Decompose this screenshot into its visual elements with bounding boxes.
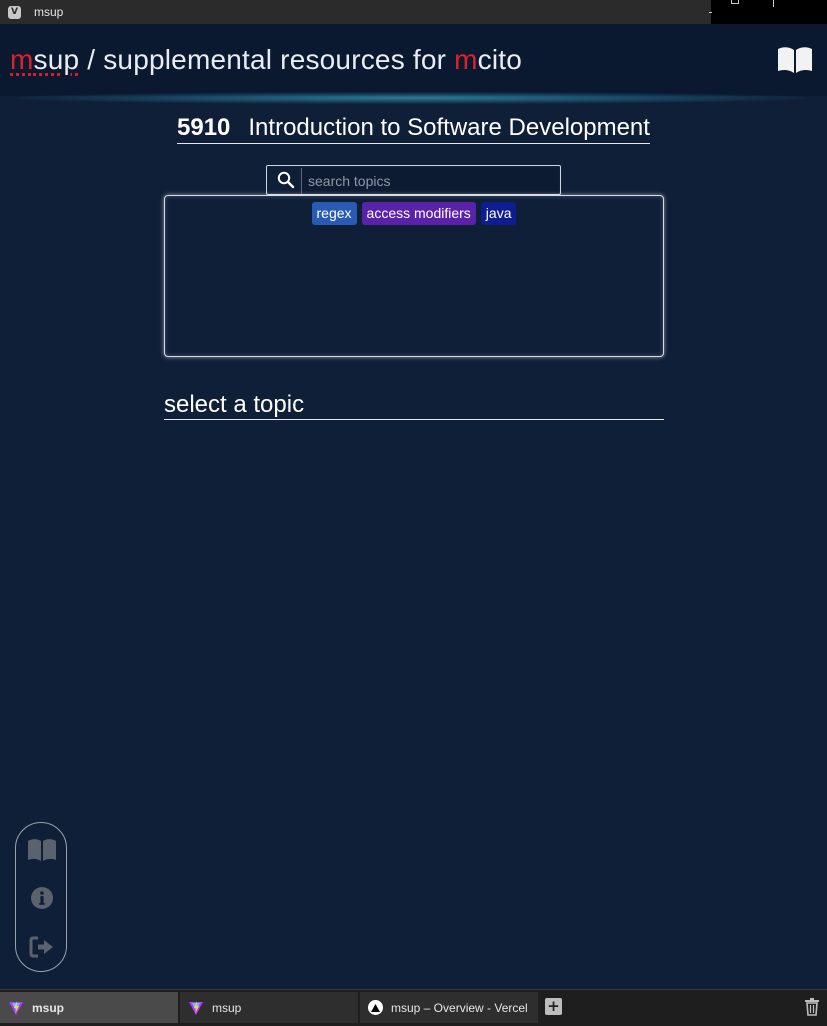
window-controls[interactable] <box>709 0 827 24</box>
book-open-icon <box>28 839 56 861</box>
floating-toolbar <box>15 822 67 972</box>
maximize-icon[interactable] <box>731 0 739 4</box>
info-icon <box>31 887 53 909</box>
course-title: 5910 Introduction to Software Development <box>177 114 650 144</box>
brand-m: m <box>10 44 34 75</box>
minimize-icon[interactable] <box>709 12 712 13</box>
vivaldi-icon: V <box>8 5 21 19</box>
tab-label: msup – Overview - Vercel <box>391 1000 528 1015</box>
search-icon <box>277 171 295 189</box>
tab-vercel-overview[interactable]: msup – Overview - Vercel <box>360 992 538 1023</box>
course-number: 5910 <box>177 114 231 141</box>
vite-icon <box>189 1000 203 1015</box>
topic-tag-java[interactable]: java <box>480 202 517 225</box>
tab-msup-active[interactable]: msup <box>0 992 178 1023</box>
vercel-icon <box>368 1000 383 1015</box>
book-open-icon[interactable] <box>777 46 813 74</box>
brand-subtitle: supplemental resources for mcito <box>103 44 523 75</box>
sidebar-book-button[interactable] <box>27 835 57 865</box>
browser-title-bar: V msup <box>0 0 827 24</box>
close-icon[interactable] <box>773 0 774 7</box>
search-input[interactable] <box>301 168 558 194</box>
new-tab-button[interactable]: + <box>545 998 562 1015</box>
brand-sup: sup <box>33 44 80 75</box>
topic-tag-regex[interactable]: regex <box>311 202 357 225</box>
tab-bar: msup msup msup – Overview - Vercel + <box>0 989 827 1026</box>
topics-panel: regex access modifiers java <box>164 195 664 357</box>
content-heading: select a topic <box>164 391 664 420</box>
tab-label: msup <box>32 1000 65 1015</box>
vite-icon <box>9 1000 23 1015</box>
brand-title[interactable]: msup / supplemental resources for mcito <box>10 44 522 76</box>
search-box <box>266 165 561 195</box>
header-glow <box>15 92 810 104</box>
sign-out-icon <box>29 936 53 958</box>
sidebar-signout-button[interactable] <box>27 932 57 962</box>
topic-tag-access-modifiers[interactable]: access modifiers <box>361 202 476 225</box>
brand-separator: / <box>79 44 104 75</box>
sidebar-info-button[interactable] <box>27 883 57 913</box>
trash-icon[interactable] <box>804 998 820 1016</box>
tab-msup[interactable]: msup <box>180 992 358 1023</box>
course-name: Introduction to Software Development <box>248 114 650 141</box>
topic-tag-list: regex access modifiers java <box>165 202 663 225</box>
tab-label: msup <box>212 1000 242 1015</box>
window-title: msup <box>34 5 64 19</box>
